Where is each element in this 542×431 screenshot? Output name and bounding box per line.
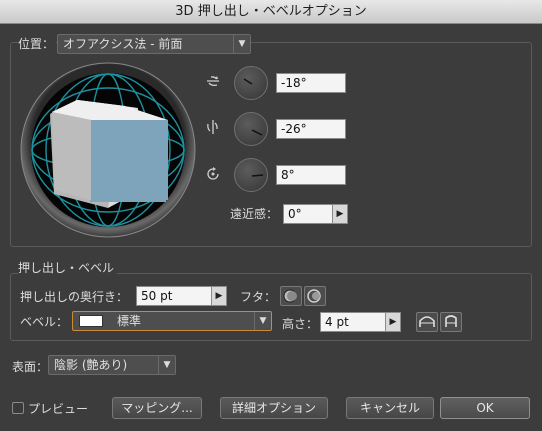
rotate-y-axis-icon: [205, 119, 221, 135]
ok-button[interactable]: OK: [440, 397, 530, 419]
height-field[interactable]: 4 pt: [320, 312, 386, 332]
surface-select[interactable]: 陰影 (艶あり) ▼: [48, 355, 176, 375]
chevron-down-icon: ▼: [158, 356, 175, 374]
position-label: 位置：: [18, 35, 57, 52]
bevel-select[interactable]: 標準 ▼: [72, 311, 272, 331]
mapping-button[interactable]: マッピング...: [112, 397, 202, 419]
cube-icon: [52, 100, 168, 200]
position-preset-value: オフアクシス法 - 前面: [63, 37, 183, 51]
extrude-depth-stepper[interactable]: ▶: [212, 286, 227, 306]
cap-off-icon: [307, 289, 321, 303]
rotate-x-axis-icon: [205, 73, 221, 89]
cap-on-icon: [283, 289, 297, 303]
preview-checkbox[interactable]: [12, 402, 24, 414]
chevron-down-icon: ▼: [254, 312, 271, 330]
position-preset-select[interactable]: オフアクシス法 - 前面 ▼: [57, 34, 251, 54]
bevel-label: ベベル：: [20, 315, 69, 329]
height-stepper[interactable]: ▶: [386, 312, 401, 332]
rotation-x-field[interactable]: -18°: [276, 73, 346, 93]
rotation-y-field[interactable]: -26°: [276, 119, 346, 139]
bevel-in-icon: [445, 315, 457, 327]
rotation-z-dial[interactable]: [234, 158, 268, 192]
chevron-down-icon: ▼: [233, 35, 250, 53]
extrude-bevel-section-label: 押し出し・ベベル: [18, 259, 118, 276]
preview-label: プレビュー: [28, 402, 89, 416]
cap-on-button[interactable]: [280, 286, 302, 306]
window-title: 3D 押し出し・ベベルオプション: [0, 0, 542, 24]
rotation-y-dial[interactable]: [234, 112, 268, 146]
rotate-z-axis-icon: [205, 166, 221, 182]
rotation-x-dial[interactable]: [234, 66, 268, 100]
rotation-z-field[interactable]: 8°: [276, 165, 346, 185]
height-label: 高さ：: [282, 317, 319, 331]
extrude-depth-field[interactable]: 50 pt: [136, 286, 212, 306]
cap-off-button[interactable]: [304, 286, 326, 306]
cap-label: フタ：: [240, 290, 277, 304]
more-options-button[interactable]: 詳細オプション: [220, 397, 328, 419]
perspective-label: 遠近感：: [230, 207, 279, 221]
perspective-stepper[interactable]: ▶: [333, 204, 348, 224]
bevel-extent-out-button[interactable]: [416, 312, 438, 332]
perspective-field[interactable]: 0°: [283, 204, 333, 224]
surface-value: 陰影 (艶あり): [54, 358, 128, 372]
bevel-out-icon: [419, 316, 435, 327]
bevel-value: 標準: [117, 314, 142, 328]
cancel-button[interactable]: キャンセル: [346, 397, 434, 419]
bevel-extent-in-button[interactable]: [440, 312, 462, 332]
extrude-depth-label: 押し出しの奥行き：: [20, 290, 129, 304]
bevel-swatch: [79, 315, 103, 327]
surface-label: 表面：: [12, 360, 49, 374]
